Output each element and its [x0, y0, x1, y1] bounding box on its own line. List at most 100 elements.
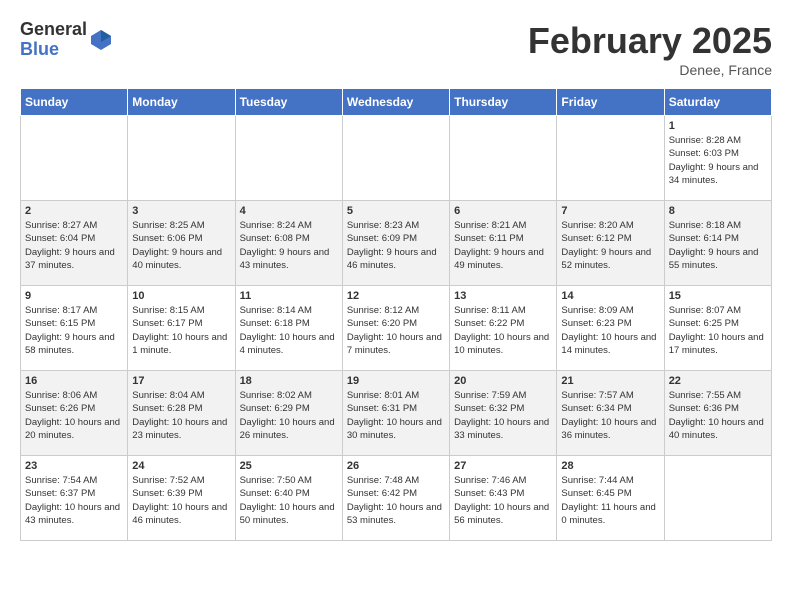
day-number: 14 [561, 290, 659, 302]
calendar-cell: 10 Sunrise: 8:15 AM Sunset: 6:17 PM Dayli… [128, 286, 235, 371]
calendar-cell: 15 Sunrise: 8:07 AM Sunset: 6:25 PM Dayli… [664, 286, 771, 371]
calendar-cell: 22Sunrise: 7:55 AM Sunset: 6:36 PM Dayli… [664, 371, 771, 456]
day-info: Sunrise: 8:01 AM Sunset: 6:31 PM Dayligh… [347, 389, 445, 442]
day-number: 1 [669, 120, 767, 132]
calendar-cell [235, 116, 342, 201]
calendar-cell: 28 Sunrise: 7:44 AM Sunset: 6:45 PM Dayli… [557, 456, 664, 541]
day-info: Sunrise: 8:12 AM Sunset: 6:20 PM Dayligh… [347, 304, 445, 357]
day-info: Sunrise: 7:50 AM Sunset: 6:40 PM Dayligh… [240, 474, 338, 527]
day-info: Sunrise: 8:24 AM Sunset: 6:08 PM Dayligh… [240, 219, 338, 272]
day-number: 4 [240, 205, 338, 217]
title-section: February 2025 Denee, France [528, 20, 772, 78]
day-info: Sunrise: 8:25 AM Sunset: 6:06 PM Dayligh… [132, 219, 230, 272]
day-info: Sunrise: 8:14 AM Sunset: 6:18 PM Dayligh… [240, 304, 338, 357]
calendar-header-row: SundayMondayTuesdayWednesdayThursdayFrid… [21, 89, 772, 116]
calendar-cell: 19 Sunrise: 8:01 AM Sunset: 6:31 PM Dayli… [342, 371, 449, 456]
day-number: 2 [25, 205, 123, 217]
calendar-table: SundayMondayTuesdayWednesdayThursdayFrid… [20, 88, 772, 541]
calendar-cell: 27 Sunrise: 7:46 AM Sunset: 6:43 PM Dayli… [450, 456, 557, 541]
calendar-cell: 3 Sunrise: 8:25 AM Sunset: 6:06 PM Daylig… [128, 201, 235, 286]
calendar-cell: 12Sunrise: 8:12 AM Sunset: 6:20 PM Dayli… [342, 286, 449, 371]
month-title: February 2025 [528, 20, 772, 62]
calendar-cell: 18 Sunrise: 8:02 AM Sunset: 6:29 PM Dayli… [235, 371, 342, 456]
day-number: 15 [669, 290, 767, 302]
calendar-cell: 4 Sunrise: 8:24 AM Sunset: 6:08 PM Daylig… [235, 201, 342, 286]
day-number: 25 [240, 460, 338, 472]
calendar-cell: 20Sunrise: 7:59 AM Sunset: 6:32 PM Dayli… [450, 371, 557, 456]
day-number: 9 [25, 290, 123, 302]
day-info: Sunrise: 7:54 AM Sunset: 6:37 PM Dayligh… [25, 474, 123, 527]
calendar-cell: 9 Sunrise: 8:17 AM Sunset: 6:15 PM Daylig… [21, 286, 128, 371]
calendar-cell: 13Sunrise: 8:11 AM Sunset: 6:22 PM Dayli… [450, 286, 557, 371]
day-info: Sunrise: 8:17 AM Sunset: 6:15 PM Dayligh… [25, 304, 123, 357]
day-number: 16 [25, 375, 123, 387]
day-info: Sunrise: 7:52 AM Sunset: 6:39 PM Dayligh… [132, 474, 230, 527]
day-number: 5 [347, 205, 445, 217]
day-info: Sunrise: 7:59 AM Sunset: 6:32 PM Dayligh… [454, 389, 552, 442]
day-number: 23 [25, 460, 123, 472]
day-number: 24 [132, 460, 230, 472]
day-info: Sunrise: 8:06 AM Sunset: 6:26 PM Dayligh… [25, 389, 123, 442]
day-number: 19 [347, 375, 445, 387]
header-wednesday: Wednesday [342, 89, 449, 116]
day-number: 10 [132, 290, 230, 302]
day-number: 26 [347, 460, 445, 472]
day-info: Sunrise: 7:57 AM Sunset: 6:34 PM Dayligh… [561, 389, 659, 442]
day-info: Sunrise: 8:09 AM Sunset: 6:23 PM Dayligh… [561, 304, 659, 357]
calendar-week-4: 16 Sunrise: 8:06 AM Sunset: 6:26 PM Dayli… [21, 371, 772, 456]
calendar-cell: 11 Sunrise: 8:14 AM Sunset: 6:18 PM Dayli… [235, 286, 342, 371]
day-info: Sunrise: 8:15 AM Sunset: 6:17 PM Dayligh… [132, 304, 230, 357]
day-number: 17 [132, 375, 230, 387]
calendar-cell: 24 Sunrise: 7:52 AM Sunset: 6:39 PM Dayli… [128, 456, 235, 541]
calendar-cell: 8 Sunrise: 8:18 AM Sunset: 6:14 PM Daylig… [664, 201, 771, 286]
calendar-cell: 17 Sunrise: 8:04 AM Sunset: 6:28 PM Dayli… [128, 371, 235, 456]
logo: General Blue [20, 20, 113, 60]
calendar-week-3: 9 Sunrise: 8:17 AM Sunset: 6:15 PM Daylig… [21, 286, 772, 371]
calendar-cell: 14 Sunrise: 8:09 AM Sunset: 6:23 PM Dayli… [557, 286, 664, 371]
calendar-cell: 23 Sunrise: 7:54 AM Sunset: 6:37 PM Dayli… [21, 456, 128, 541]
day-number: 21 [561, 375, 659, 387]
day-info: Sunrise: 8:23 AM Sunset: 6:09 PM Dayligh… [347, 219, 445, 272]
day-info: Sunrise: 7:46 AM Sunset: 6:43 PM Dayligh… [454, 474, 552, 527]
page-header: General Blue February 2025 Denee, France [20, 20, 772, 78]
day-info: Sunrise: 8:21 AM Sunset: 6:11 PM Dayligh… [454, 219, 552, 272]
header-tuesday: Tuesday [235, 89, 342, 116]
day-number: 3 [132, 205, 230, 217]
day-info: Sunrise: 8:20 AM Sunset: 6:12 PM Dayligh… [561, 219, 659, 272]
day-info: Sunrise: 8:07 AM Sunset: 6:25 PM Dayligh… [669, 304, 767, 357]
day-info: Sunrise: 7:44 AM Sunset: 6:45 PM Dayligh… [561, 474, 659, 527]
calendar-cell [664, 456, 771, 541]
day-info: Sunrise: 8:04 AM Sunset: 6:28 PM Dayligh… [132, 389, 230, 442]
calendar-cell: 5 Sunrise: 8:23 AM Sunset: 6:09 PM Daylig… [342, 201, 449, 286]
location: Denee, France [528, 62, 772, 78]
day-number: 7 [561, 205, 659, 217]
day-info: Sunrise: 8:28 AM Sunset: 6:03 PM Dayligh… [669, 134, 767, 187]
calendar-cell: 16 Sunrise: 8:06 AM Sunset: 6:26 PM Dayli… [21, 371, 128, 456]
day-number: 11 [240, 290, 338, 302]
day-number: 18 [240, 375, 338, 387]
day-number: 6 [454, 205, 552, 217]
calendar-cell [450, 116, 557, 201]
calendar-cell [342, 116, 449, 201]
day-info: Sunrise: 8:11 AM Sunset: 6:22 PM Dayligh… [454, 304, 552, 357]
day-info: Sunrise: 8:27 AM Sunset: 6:04 PM Dayligh… [25, 219, 123, 272]
day-info: Sunrise: 8:18 AM Sunset: 6:14 PM Dayligh… [669, 219, 767, 272]
calendar-week-2: 2 Sunrise: 8:27 AM Sunset: 6:04 PM Daylig… [21, 201, 772, 286]
day-number: 28 [561, 460, 659, 472]
day-number: 27 [454, 460, 552, 472]
calendar-cell: 26 Sunrise: 7:48 AM Sunset: 6:42 PM Dayli… [342, 456, 449, 541]
calendar-week-1: 1 Sunrise: 8:28 AM Sunset: 6:03 PM Daylig… [21, 116, 772, 201]
day-info: Sunrise: 8:02 AM Sunset: 6:29 PM Dayligh… [240, 389, 338, 442]
calendar-cell: 1 Sunrise: 8:28 AM Sunset: 6:03 PM Daylig… [664, 116, 771, 201]
logo-blue: Blue [20, 40, 87, 60]
header-saturday: Saturday [664, 89, 771, 116]
calendar-cell: 25 Sunrise: 7:50 AM Sunset: 6:40 PM Dayli… [235, 456, 342, 541]
calendar-cell [21, 116, 128, 201]
day-number: 22 [669, 375, 767, 387]
calendar-cell [557, 116, 664, 201]
day-number: 8 [669, 205, 767, 217]
header-thursday: Thursday [450, 89, 557, 116]
day-info: Sunrise: 7:48 AM Sunset: 6:42 PM Dayligh… [347, 474, 445, 527]
calendar-cell: 7 Sunrise: 8:20 AM Sunset: 6:12 PM Daylig… [557, 201, 664, 286]
calendar-cell: 21 Sunrise: 7:57 AM Sunset: 6:34 PM Dayli… [557, 371, 664, 456]
